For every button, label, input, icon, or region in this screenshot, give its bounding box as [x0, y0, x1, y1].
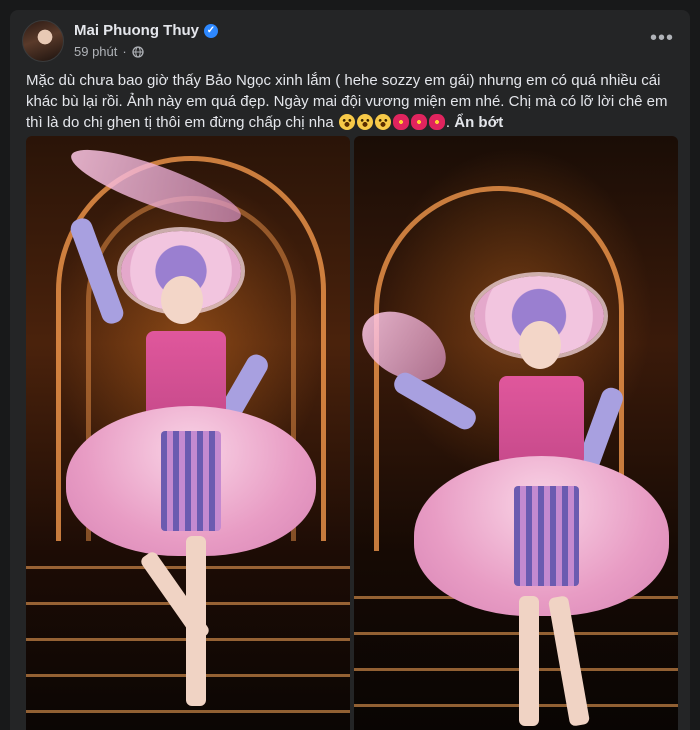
red-flower-icon [428, 114, 445, 130]
verified-badge-icon: ✓ [204, 23, 218, 38]
meta-separator: · [122, 44, 127, 59]
post-meta: 59 phút · [74, 44, 144, 59]
performer-figure [26, 136, 350, 730]
post-time[interactable]: 59 phút [74, 44, 117, 59]
globe-icon[interactable] [132, 45, 144, 58]
post-caption: Mặc dù chưa bao giờ thấy Bảo Ngọc xinh l… [26, 72, 668, 131]
author-row: Mai Phuong Thuy ✓ [74, 22, 218, 39]
photo-left[interactable] [26, 136, 350, 730]
see-less-link[interactable]: Ẩn bớt [454, 114, 503, 131]
photo-grid [26, 136, 678, 730]
avatar[interactable] [22, 20, 64, 62]
red-flower-icon [392, 114, 409, 130]
shocked-face-icon [356, 114, 373, 130]
author-name[interactable]: Mai Phuong Thuy [74, 22, 199, 39]
shocked-face-icon [338, 114, 355, 130]
more-options-icon[interactable]: ••• [646, 24, 678, 52]
post-card: Mai Phuong Thuy ✓ 59 phút · ••• Mặc dù c… [10, 10, 690, 730]
post-header: Mai Phuong Thuy ✓ 59 phút · ••• [22, 20, 678, 64]
red-flower-icon [410, 114, 427, 130]
shocked-face-icon [374, 114, 391, 130]
performer-figure [354, 136, 676, 730]
photo-right[interactable] [354, 136, 678, 730]
